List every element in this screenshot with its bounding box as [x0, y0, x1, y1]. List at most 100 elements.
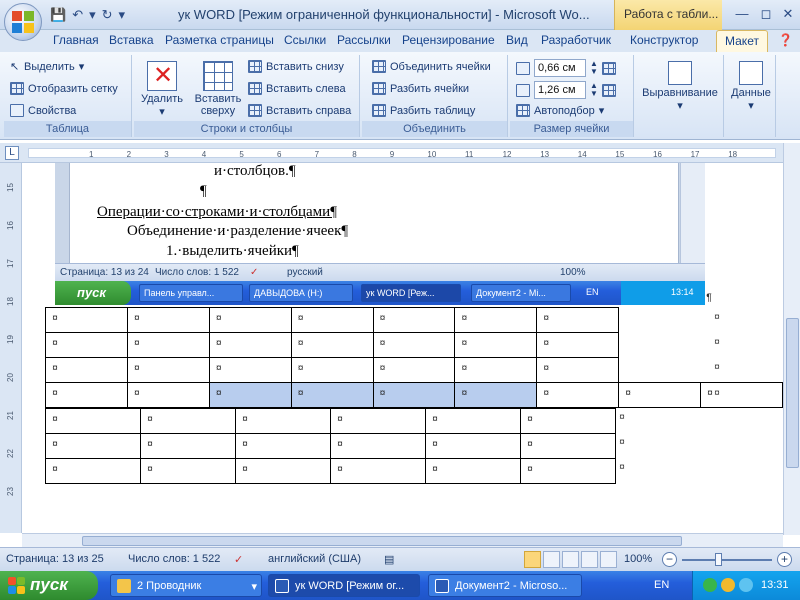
maximize-button[interactable]: ◻	[754, 4, 778, 24]
help-icon[interactable]: ❓	[778, 33, 793, 47]
show-grid-button[interactable]: Отобразить сетку	[10, 82, 118, 95]
table-cell[interactable]: ¤	[45, 458, 141, 484]
selected-table-cell[interactable]: ¤	[290, 382, 374, 408]
table-cell[interactable]: ¤	[536, 382, 620, 408]
tab-developer[interactable]: Разработчик	[541, 33, 611, 47]
draft-view-button[interactable]	[600, 551, 617, 568]
tab-page-layout[interactable]: Разметка страницы	[165, 33, 274, 47]
table-cell[interactable]: ¤	[425, 408, 521, 434]
split-table-button[interactable]: Разбить таблицу	[372, 104, 475, 117]
tab-insert[interactable]: Вставка	[109, 33, 154, 47]
task-explorer[interactable]: 2 Проводник ▾	[110, 574, 262, 597]
table-cell[interactable]: ¤	[45, 408, 141, 434]
table-cell[interactable]: ¤	[618, 382, 701, 408]
table-cell[interactable]: ¤	[208, 357, 292, 383]
tab-layout[interactable]: Макет	[716, 30, 768, 52]
close-button[interactable]: ✕	[776, 4, 800, 24]
table-cell[interactable]: ¤	[45, 307, 128, 333]
web-layout-view-button[interactable]	[562, 551, 579, 568]
autofit-button[interactable]: Автоподбор ▾	[516, 104, 604, 117]
tab-home[interactable]: Главная	[53, 33, 99, 47]
status-lang[interactable]: английский (США)	[268, 553, 361, 565]
table-cell[interactable]: ¤	[235, 458, 331, 484]
qat-dropdown-icon[interactable]: ▾	[89, 7, 96, 23]
selected-table-cell[interactable]: ¤	[454, 382, 538, 408]
spellcheck-icon[interactable]: ✓	[234, 553, 243, 566]
zoom-in-button[interactable]: +	[777, 552, 792, 567]
spinner-icon[interactable]: ▲ ▼	[590, 60, 598, 76]
vertical-scrollbar[interactable]	[783, 143, 800, 535]
table-cell[interactable]: ¤	[700, 382, 783, 408]
volume-icon[interactable]	[739, 578, 753, 592]
data-button[interactable]: Данные ▾	[726, 61, 776, 112]
table-cell[interactable]: ¤	[425, 433, 521, 459]
task-document2[interactable]: Документ2 - Microso...	[428, 574, 582, 597]
table-cell[interactable]: ¤	[126, 357, 210, 383]
save-icon[interactable]: 💾	[50, 7, 66, 23]
table-cell[interactable]: ¤	[330, 408, 426, 434]
zoom-slider-thumb[interactable]	[715, 553, 722, 566]
undo-icon[interactable]: ↶	[72, 7, 83, 23]
zoom-level[interactable]: 100%	[624, 553, 652, 565]
insert-below-button[interactable]: Вставить снизу	[248, 60, 344, 73]
language-indicator[interactable]: EN	[654, 579, 669, 591]
table-cell[interactable]: ¤	[520, 433, 616, 459]
table-cell[interactable]: ¤	[126, 382, 210, 408]
table-cell[interactable]: ¤	[126, 307, 210, 333]
table-cell[interactable]: ¤	[208, 307, 292, 333]
zoom-out-button[interactable]: −	[662, 552, 677, 567]
table-cell[interactable]: ¤	[330, 433, 426, 459]
tab-references[interactable]: Ссылки	[284, 33, 326, 47]
office-button[interactable]	[4, 3, 42, 41]
tab-selector[interactable]: L	[5, 146, 19, 160]
table-cell[interactable]: ¤	[454, 332, 538, 358]
insert-left-button[interactable]: Вставить слева	[248, 82, 346, 95]
split-cells-button[interactable]: Разбить ячейки	[372, 82, 469, 95]
tab-view[interactable]: Вид	[506, 33, 528, 47]
status-words[interactable]: Число слов: 1 522	[128, 553, 220, 565]
properties-button[interactable]: Свойства	[10, 104, 76, 117]
distribute-columns-icon[interactable]	[601, 83, 616, 97]
select-button[interactable]: ↖ Выделить ▾	[10, 60, 84, 74]
spinner-icon[interactable]: ▲ ▼	[590, 82, 598, 98]
ruler-strip[interactable]: 1 2 3 4 5 6 7 8 9 10 11 12 13 14 15 16 17 18	[28, 148, 776, 159]
column-width-input[interactable]: 1,26 см	[534, 81, 586, 99]
table-cell[interactable]: ¤	[235, 408, 331, 434]
table-cell[interactable]: ¤	[290, 332, 374, 358]
macro-record-icon[interactable]: ▤	[384, 553, 394, 566]
table-cell[interactable]: ¤	[425, 458, 521, 484]
print-layout-view-button[interactable]	[524, 551, 541, 568]
horizontal-scrollbar[interactable]	[22, 533, 783, 547]
table-cell[interactable]: ¤	[520, 408, 616, 434]
selected-table-cell[interactable]: ¤	[208, 382, 292, 408]
alignment-button[interactable]: Выравнивание ▾	[638, 61, 722, 112]
insert-right-button[interactable]: Вставить справа	[248, 104, 351, 117]
zoom-slider-track[interactable]	[682, 559, 772, 561]
table-cell[interactable]: ¤	[45, 382, 128, 408]
start-button[interactable]: пуск	[0, 571, 98, 600]
tab-mailings[interactable]: Рассылки	[337, 33, 391, 47]
table-cell[interactable]: ¤	[140, 408, 236, 434]
outline-view-button[interactable]	[581, 551, 598, 568]
tab-review[interactable]: Рецензирование	[402, 33, 495, 47]
table-cell[interactable]: ¤	[208, 332, 292, 358]
table-cell[interactable]: ¤	[140, 458, 236, 484]
insert-above-button[interactable]: Вставить сверху	[190, 61, 246, 117]
table-cell[interactable]: ¤	[372, 357, 456, 383]
row-height-input[interactable]: 0,66 см	[534, 59, 586, 77]
qat-customize-icon[interactable]: ▾	[119, 7, 126, 23]
selected-table-cell[interactable]: ¤	[372, 382, 456, 408]
table-cell[interactable]: ¤	[126, 332, 210, 358]
table-cell[interactable]: ¤	[290, 307, 374, 333]
table-cell[interactable]: ¤	[536, 307, 620, 333]
tab-design[interactable]: Конструктор	[630, 33, 698, 47]
vertical-scroll-thumb[interactable]	[786, 318, 799, 468]
distribute-rows-icon[interactable]	[601, 61, 616, 75]
table-cell[interactable]: ¤	[45, 332, 128, 358]
horizontal-scroll-thumb[interactable]	[82, 536, 682, 546]
table-cell[interactable]: ¤	[235, 433, 331, 459]
status-page[interactable]: Страница: 13 из 25	[6, 553, 104, 565]
redo-icon[interactable]: ↻	[102, 7, 113, 23]
minimize-button[interactable]: —	[730, 4, 754, 24]
table-cell[interactable]: ¤	[290, 357, 374, 383]
